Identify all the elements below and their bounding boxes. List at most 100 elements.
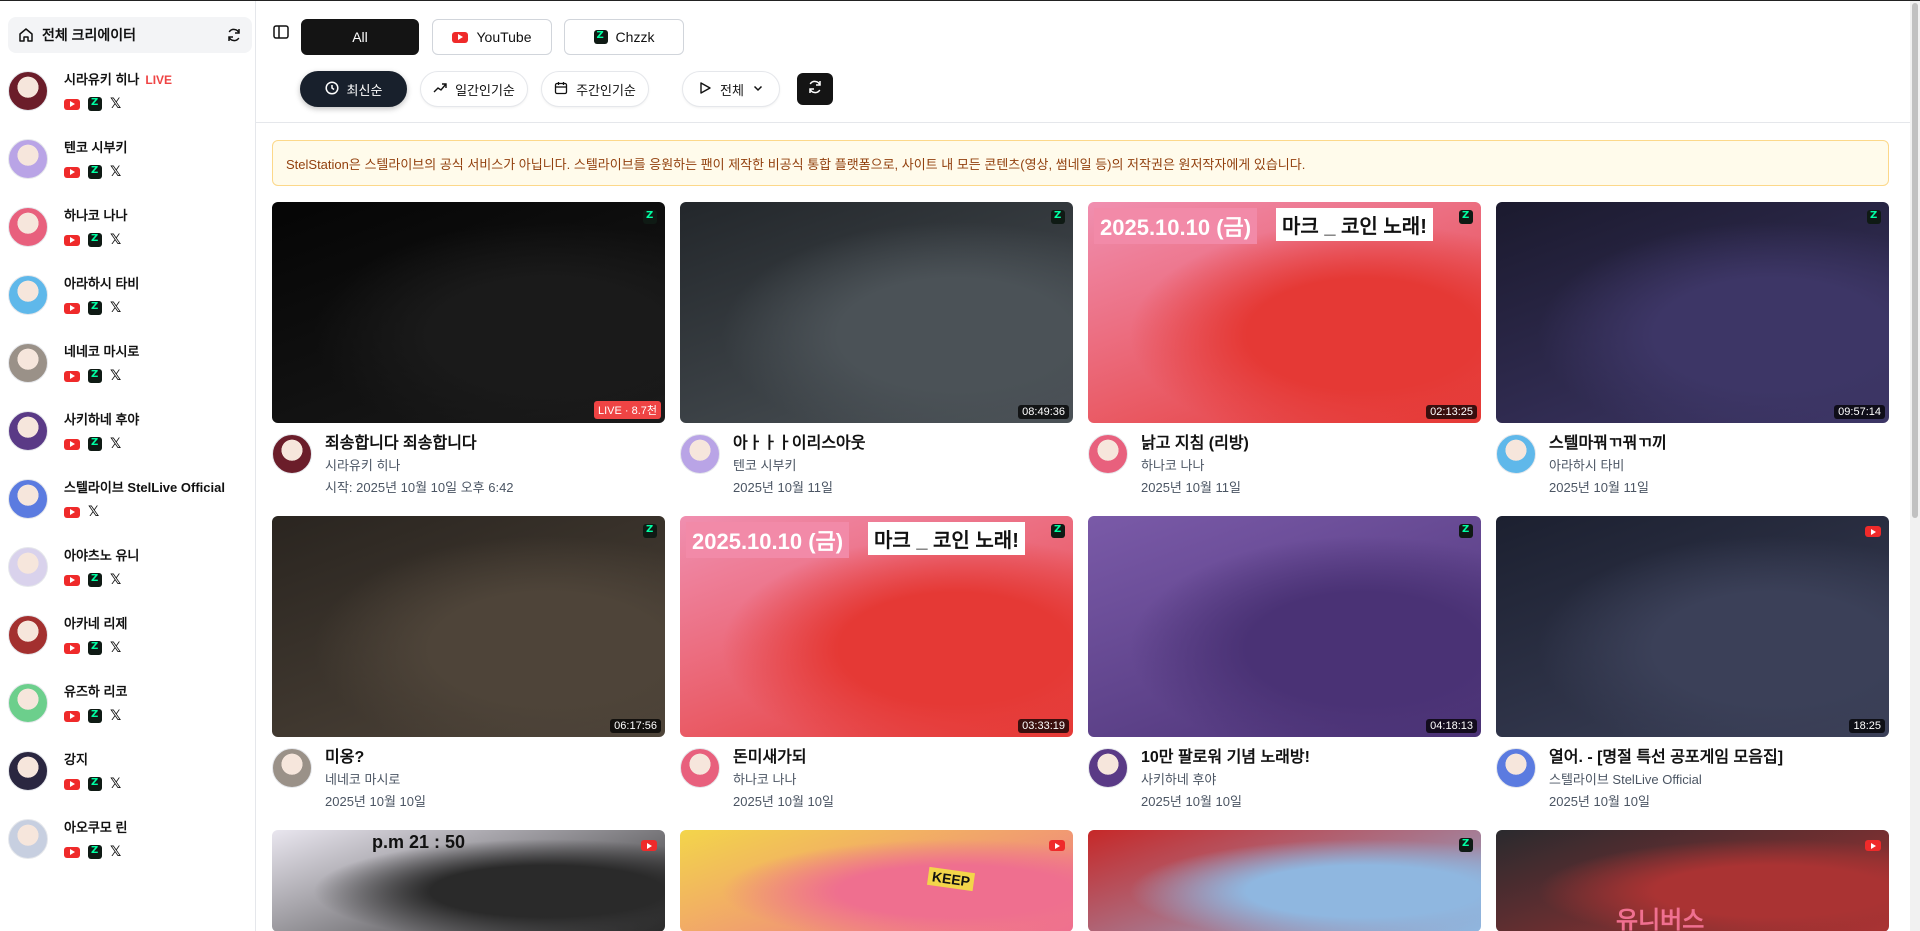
sort-latest-button[interactable]: 최신순	[300, 71, 407, 107]
x-icon[interactable]: 𝕏	[110, 777, 121, 791]
sidebar-creator-item[interactable]: 텐코 시부키 𝕏	[0, 133, 256, 201]
avatar[interactable]	[680, 748, 720, 788]
video-thumbnail[interactable]: 06:17:56	[272, 516, 665, 737]
youtube-icon[interactable]	[64, 438, 80, 450]
chzzk-icon[interactable]	[88, 573, 102, 587]
x-icon[interactable]: 𝕏	[110, 165, 121, 179]
x-icon[interactable]: 𝕏	[110, 233, 121, 247]
sidebar-creator-item[interactable]: 아라하시 타비 𝕏	[0, 269, 256, 337]
video-card[interactable]: 2025.10.10 (금) 마크 _ 코인 노래! 03:33:19 돈미새가…	[680, 516, 1073, 810]
video-thumbnail[interactable]: 04:18:13	[1088, 516, 1481, 737]
video-card[interactable]: p.m 21 : 50	[272, 830, 665, 931]
video-thumbnail[interactable]: 08:49:36	[680, 202, 1073, 423]
x-icon[interactable]: 𝕏	[110, 573, 121, 587]
avatar[interactable]	[272, 434, 312, 474]
sidebar-creator-item[interactable]: 하나코 나나 𝕏	[0, 201, 256, 269]
x-icon[interactable]: 𝕏	[110, 437, 121, 451]
video-card[interactable]: KEEP	[680, 830, 1073, 931]
video-title[interactable]: 스텔마꿔ㄲ꿔ㄲ끼	[1549, 434, 1667, 454]
chzzk-icon[interactable]	[88, 165, 102, 179]
video-card[interactable]: 2025.10.10 (금) 마크 _ 코인 노래! 02:13:25 낡고 지…	[1088, 202, 1481, 496]
youtube-icon[interactable]	[64, 98, 80, 110]
avatar[interactable]	[1496, 434, 1536, 474]
chzzk-icon[interactable]	[88, 97, 102, 111]
x-icon[interactable]: 𝕏	[88, 505, 99, 519]
sidebar-creator-item[interactable]: 네네코 마시로 𝕏	[0, 337, 256, 405]
sort-weekly-button[interactable]: 주간인기순	[541, 71, 649, 107]
video-card[interactable]: 유니버스	[1496, 830, 1889, 931]
video-thumbnail[interactable]: p.m 21 : 50	[272, 830, 665, 931]
video-title[interactable]: 열어. - [명절 특선 공포게임 모음집]	[1549, 748, 1783, 768]
chzzk-icon[interactable]	[88, 437, 102, 451]
video-card[interactable]: 06:17:56 미옹? 네네코 마시로 2025년 10월 10일	[272, 516, 665, 810]
video-creator[interactable]: 시라유키 히나	[325, 457, 514, 474]
video-creator[interactable]: 스텔라이브 StelLive Official	[1549, 771, 1783, 788]
video-card[interactable]: 09:57:14 스텔마꿔ㄲ꿔ㄲ끼 아라하시 타비 2025년 10월 11일	[1496, 202, 1889, 496]
video-title[interactable]: 미옹?	[325, 748, 426, 768]
chzzk-icon[interactable]	[88, 233, 102, 247]
tab-chzzk[interactable]: Chzzk	[564, 19, 684, 55]
x-icon[interactable]: 𝕏	[110, 641, 121, 655]
video-creator[interactable]: 텐코 시부키	[733, 457, 865, 474]
youtube-icon[interactable]	[64, 166, 80, 178]
chzzk-icon[interactable]	[88, 777, 102, 791]
chzzk-icon[interactable]	[88, 641, 102, 655]
chzzk-icon[interactable]	[88, 301, 102, 315]
video-thumbnail[interactable]: KEEP	[680, 830, 1073, 931]
sort-daily-button[interactable]: 일간인기순	[420, 71, 528, 107]
video-card[interactable]: 18:25 열어. - [명절 특선 공포게임 모음집] 스텔라이브 StelL…	[1496, 516, 1889, 810]
scrollbar[interactable]	[1910, 1, 1920, 931]
video-title[interactable]: 죄송합니다 죄송합니다	[325, 434, 514, 454]
video-creator[interactable]: 하나코 나나	[733, 771, 834, 788]
x-icon[interactable]: 𝕏	[110, 369, 121, 383]
avatar[interactable]	[1088, 434, 1128, 474]
youtube-icon[interactable]	[64, 710, 80, 722]
youtube-icon[interactable]	[64, 302, 80, 314]
youtube-icon[interactable]	[64, 574, 80, 586]
x-icon[interactable]: 𝕏	[110, 709, 121, 723]
refresh-icon[interactable]	[226, 27, 242, 43]
video-title[interactable]: 10만 팔로워 기념 노래방!	[1141, 748, 1310, 768]
video-thumbnail[interactable]: 유니버스	[1496, 830, 1889, 931]
video-creator[interactable]: 사키하네 후야	[1141, 771, 1310, 788]
video-creator[interactable]: 네네코 마시로	[325, 771, 426, 788]
video-title[interactable]: 돈미새가되	[733, 748, 834, 768]
video-thumbnail[interactable]: LIVE · 8.7천	[272, 202, 665, 423]
sidebar-creator-item[interactable]: 사키하네 후야 𝕏	[0, 405, 256, 473]
video-thumbnail[interactable]: 2025.10.10 (금) 마크 _ 코인 노래! 03:33:19	[680, 516, 1073, 737]
video-creator[interactable]: 하나코 나나	[1141, 457, 1249, 474]
avatar[interactable]	[680, 434, 720, 474]
video-thumbnail[interactable]: 18:25	[1496, 516, 1889, 737]
sidebar-toggle-icon[interactable]	[272, 23, 290, 41]
tab-youtube[interactable]: YouTube	[432, 19, 552, 55]
youtube-icon[interactable]	[64, 778, 80, 790]
sidebar-creator-item[interactable]: 강지 𝕏	[0, 745, 256, 813]
video-card[interactable]: LIVE · 8.7천 죄송합니다 죄송합니다 시라유키 히나 시작: 2025…	[272, 202, 665, 496]
all-creators-button[interactable]: 전체 크리에이터	[8, 17, 252, 53]
avatar[interactable]	[1088, 748, 1128, 788]
video-thumbnail[interactable]: 2025.10.10 (금) 마크 _ 코인 노래! 02:13:25	[1088, 202, 1481, 423]
x-icon[interactable]: 𝕏	[110, 97, 121, 111]
type-dropdown[interactable]: 전체	[682, 71, 780, 107]
scrollbar-thumb[interactable]	[1912, 3, 1918, 518]
chzzk-icon[interactable]	[88, 369, 102, 383]
video-title[interactable]: 아ㅏㅏㅏ이리스아웃	[733, 434, 865, 454]
video-thumbnail[interactable]: 09:57:14	[1496, 202, 1889, 423]
youtube-icon[interactable]	[64, 370, 80, 382]
avatar[interactable]	[272, 748, 312, 788]
sidebar-creator-item[interactable]: 유즈하 리코 𝕏	[0, 677, 256, 745]
video-thumbnail[interactable]	[1088, 830, 1481, 931]
video-creator[interactable]: 아라하시 타비	[1549, 457, 1667, 474]
x-icon[interactable]: 𝕏	[110, 845, 121, 859]
sidebar-creator-item[interactable]: 시라유키 히나LIVE 𝕏	[0, 65, 256, 133]
tab-all[interactable]: All	[301, 19, 419, 55]
sidebar-creator-item[interactable]: 아오쿠모 린 𝕏	[0, 813, 256, 881]
video-card[interactable]: 04:18:13 10만 팔로워 기념 노래방! 사키하네 후야 2025년 1…	[1088, 516, 1481, 810]
sidebar-creator-item[interactable]: 스텔라이브 StelLive Official 𝕏	[0, 473, 256, 541]
x-icon[interactable]: 𝕏	[110, 301, 121, 315]
video-card[interactable]: 08:49:36 아ㅏㅏㅏ이리스아웃 텐코 시부키 2025년 10월 11일	[680, 202, 1073, 496]
refresh-button[interactable]	[797, 73, 833, 105]
sidebar-creator-item[interactable]: 아야츠노 유니 𝕏	[0, 541, 256, 609]
video-title[interactable]: 낡고 지침 (리방)	[1141, 434, 1249, 454]
youtube-icon[interactable]	[64, 846, 80, 858]
